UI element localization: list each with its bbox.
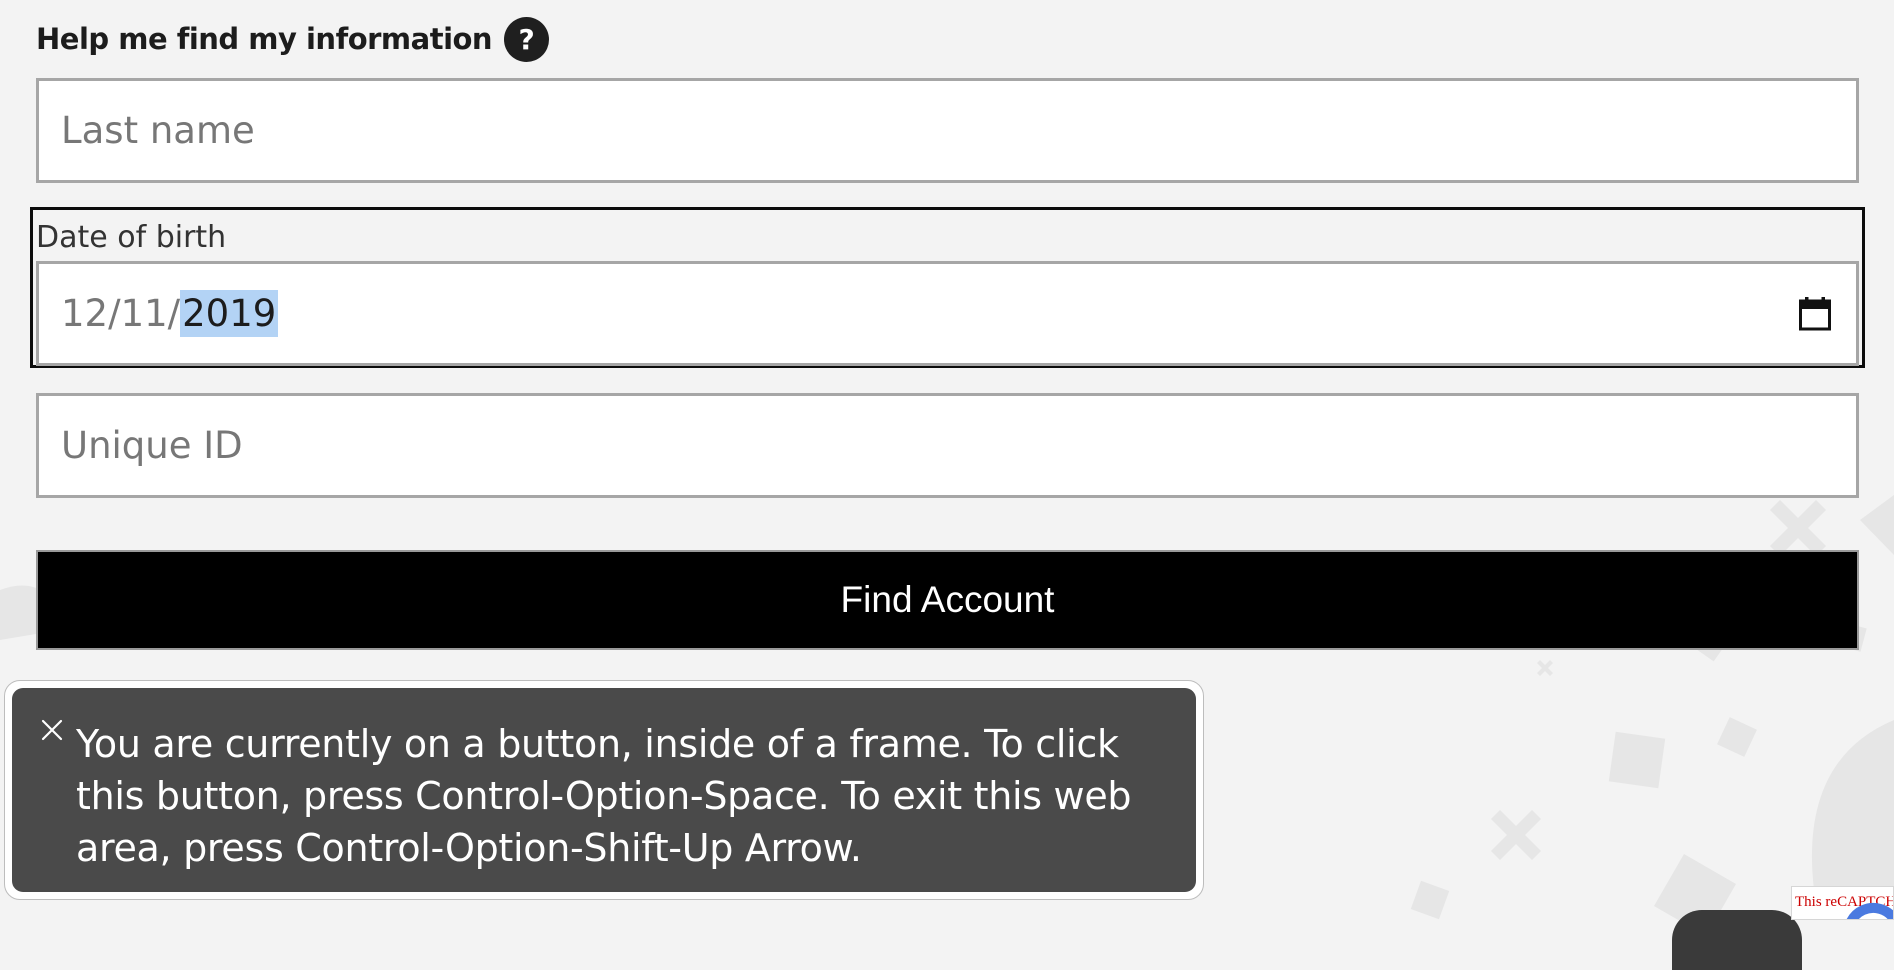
date-of-birth-label: Date of birth [36,220,227,255]
chat-widget-button[interactable] [1672,910,1802,970]
last-name-input[interactable] [36,78,1859,183]
help-heading: Help me find my information ? [36,16,550,62]
tooltip-panel: You are currently on a button, inside of… [12,688,1196,892]
help-circle-icon[interactable]: ? [504,16,550,62]
calendar-icon[interactable] [1798,296,1832,332]
screen-reader-hint-tooltip: You are currently on a button, inside of… [4,680,1204,900]
dob-day-segment[interactable]: 11 [121,292,168,335]
dob-separator: / [108,292,121,335]
date-of-birth-group: Date of birth 12 / 11 / 2019 [30,207,1865,368]
recaptcha-badge[interactable]: This reCAPTCHA [1791,886,1894,920]
recaptcha-logo-icon [1846,902,1893,919]
find-account-button[interactable]: Find Account [36,550,1859,650]
dob-year-segment[interactable]: 2019 [180,290,279,337]
tooltip-message: You are currently on a button, inside of… [76,722,1132,870]
dob-month-segment[interactable]: 12 [61,292,108,335]
unique-id-input[interactable] [36,393,1859,498]
help-heading-title: Help me find my information [36,22,493,56]
close-icon[interactable] [40,718,64,742]
date-of-birth-input[interactable]: 12 / 11 / 2019 [36,261,1859,366]
dob-separator: / [167,292,181,335]
